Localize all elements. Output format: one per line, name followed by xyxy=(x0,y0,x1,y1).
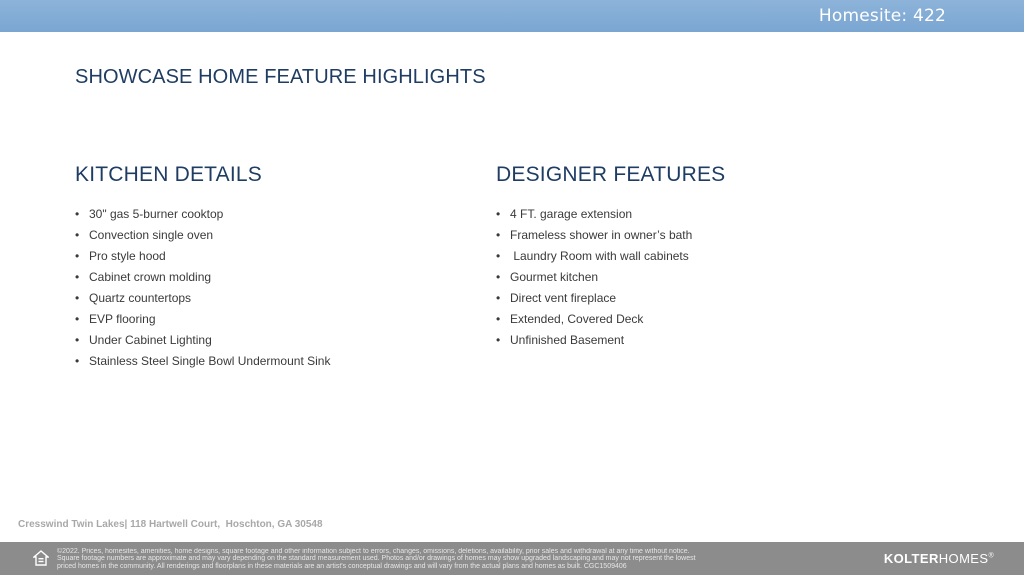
kitchen-details-list: 30" gas 5-burner cooktop Convection sing… xyxy=(75,204,330,372)
list-item: Unfinished Basement xyxy=(496,330,692,351)
list-item: Direct vent fireplace xyxy=(496,288,692,309)
list-item: 30" gas 5-burner cooktop xyxy=(75,204,330,225)
list-item: 4 FT. garage extension xyxy=(496,204,692,225)
list-item: Frameless shower in owner’s bath xyxy=(496,225,692,246)
equal-housing-icon xyxy=(33,550,49,566)
list-item: Cabinet crown molding xyxy=(75,267,330,288)
header-bar: Homesite: 422 xyxy=(0,0,1024,32)
list-item: Gourmet kitchen xyxy=(496,267,692,288)
list-item: Quartz countertops xyxy=(75,288,330,309)
designer-features-heading: DESIGNER FEATURES xyxy=(496,163,726,186)
logo-bold-text: KOLTER xyxy=(883,551,939,566)
homesite-label: Homesite: 422 xyxy=(818,6,946,26)
logo-registered-mark: ® xyxy=(988,552,994,560)
list-item: Pro style hood xyxy=(75,246,330,267)
kitchen-details-heading: KITCHEN DETAILS xyxy=(75,163,262,186)
legal-disclaimer: ©2022. Prices, homesites, amenities, hom… xyxy=(57,548,696,570)
kolter-homes-logo: KOLTERHOMES® xyxy=(884,551,994,566)
page-title: SHOWCASE HOME FEATURE HIGHLIGHTS xyxy=(75,66,486,88)
list-item: Convection single oven xyxy=(75,225,330,246)
footer-bar: ©2022. Prices, homesites, amenities, hom… xyxy=(0,542,1024,575)
list-item: EVP flooring xyxy=(75,309,330,330)
list-item: Under Cabinet Lighting xyxy=(75,330,330,351)
list-item: Stainless Steel Single Bowl Undermount S… xyxy=(75,351,330,372)
list-item: Laundry Room with wall cabinets xyxy=(496,246,692,267)
property-address: Cresswind Twin Lakes| 118 Hartwell Court… xyxy=(18,519,323,530)
designer-features-list: 4 FT. garage extension Frameless shower … xyxy=(496,204,692,351)
logo-light-text: HOMES xyxy=(938,551,989,566)
list-item: Extended, Covered Deck xyxy=(496,309,692,330)
